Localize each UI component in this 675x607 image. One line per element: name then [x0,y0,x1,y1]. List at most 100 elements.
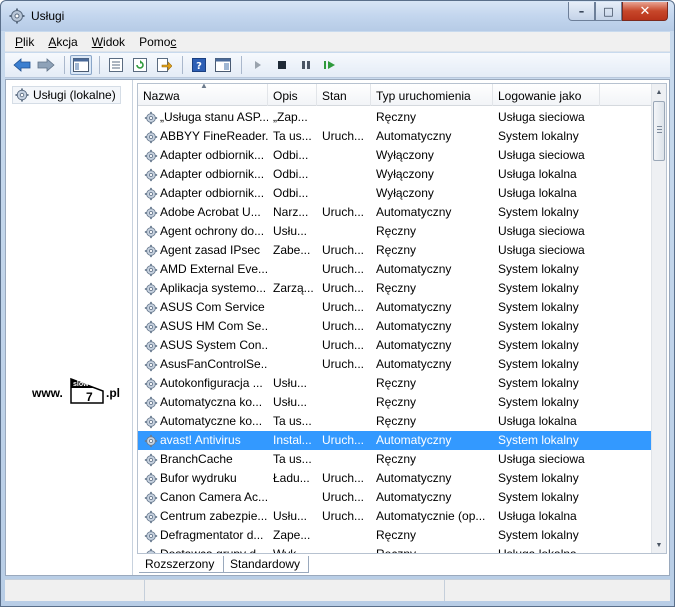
table-row[interactable]: Adapter odbiornik... Odbi... Wyłączony Usłu… [138,165,652,184]
scrollbar-thumb[interactable] [653,101,665,161]
pause-service-button[interactable] [295,55,317,75]
table-row[interactable]: ASUS HM Com Se... Uruch... Automatyczny Sys… [138,317,652,336]
cell-name: Canon Camera Ac... [138,488,268,507]
view-icon [215,58,231,72]
cell-status [317,393,371,412]
table-row[interactable]: Agent ochrony do... Usłu... Ręczny Usługa s… [138,222,652,241]
cell-description: Zabe... [273,243,311,257]
menu-plik[interactable]: Plik [15,35,34,49]
cell-log-on-as: Usługa lokalna [498,547,577,554]
table-row[interactable]: Bufor wydruku Ładu... Uruch... Automatyczny… [138,469,652,488]
close-button[interactable]: ✕ [622,2,668,21]
cell-description: Zape... [273,528,311,542]
service-gear-icon [144,111,158,124]
show-console-tree-button[interactable] [70,55,92,75]
table-row[interactable]: ASUS Com Service Uruch... Automatyczny Syst… [138,298,652,317]
menu-pomoc[interactable]: Pomoc [139,35,176,49]
cell-log-on-as: System lokalny [498,433,579,447]
toolbar: ? [5,53,670,78]
service-name: Centrum zabezpie... [160,509,268,523]
cell-status: Uruch... [322,471,365,485]
table-row[interactable]: Agent zasad IPsec Zabe... Uruch... Ręczny Us… [138,241,652,260]
service-gear-icon [144,472,158,485]
table-row[interactable]: AsusFanControlSe... Uruch... Automatyczny S… [138,355,652,374]
service-gear-icon [144,130,158,143]
cell-description: Usłu... [273,224,308,238]
table-row[interactable]: „Usługa stanu ASP... „Zap... Ręczny Usługa … [138,108,652,127]
export-list-button[interactable] [153,55,175,75]
table-row[interactable]: BranchCache Ta us... Ręczny Usługa sieciowa [138,450,652,469]
table-row[interactable]: Centrum zabezpie... Usłu... Uruch... Automa… [138,507,652,526]
service-gear-icon [144,529,158,542]
table-row[interactable]: Adobe Acrobat U... Narz... Uruch... Automat… [138,203,652,222]
cell-log-on-as: System lokalny [498,471,579,485]
cell-startup-type: Automatyczny [376,338,452,352]
cell-name: „Usługa stanu ASP... [138,108,268,127]
cell-name: Adapter odbiornik... [138,165,268,184]
service-name: AMD External Eve... [160,262,268,276]
cell-name: ASUS System Con... [138,336,268,355]
cell-status: Uruch... [322,205,365,219]
cell-name: Autokonfiguracja ... [138,374,268,393]
view-button[interactable] [212,55,234,75]
table-row[interactable]: Autokonfiguracja ... Usłu... Ręczny System … [138,374,652,393]
watermark-badge-num: 7 [86,390,93,404]
table-row[interactable]: Canon Camera Ac... Uruch... Automatyczny Sy… [138,488,652,507]
title-bar[interactable]: Usługi – □ ✕ [1,1,674,31]
caption-buttons: – □ ✕ [568,2,668,21]
services-window: Usługi – □ ✕ Plik Akcja Widok Pomoc ? Us… [0,0,675,607]
restart-service-button[interactable] [319,55,341,75]
service-gear-icon [144,339,158,352]
pause-service-icon [302,61,310,69]
table-row[interactable]: avast! Antivirus Instal... Uruch... Automat… [138,431,652,450]
tree-item-local-services[interactable]: Usługi (lokalne) [12,86,121,104]
table-row[interactable]: Dostawca grupy d... Wyk... Ręczny Usługa lo… [138,545,652,554]
help-button[interactable]: ? [188,55,210,75]
menu-widok[interactable]: Widok [92,35,125,49]
column-header-status[interactable]: Stan [317,84,371,106]
cell-log-on-as: System lokalny [498,528,579,542]
table-row[interactable]: Automatyczne ko... Ta us... Ręczny Usługa l… [138,412,652,431]
watermark-badge-top: slow [73,381,89,388]
table-row[interactable]: ASUS System Con... Uruch... Automatyczny Sy… [138,336,652,355]
help-icon: ? [192,58,206,72]
column-header-log-on-as[interactable]: Logowanie jako [493,84,600,106]
table-row[interactable]: Defragmentator d... Zape... Ręczny System l… [138,526,652,545]
cell-startup-type: Automatyczny [376,300,452,314]
forward-button[interactable] [35,55,57,75]
scroll-down-icon[interactable]: ▼ [652,537,666,553]
start-service-button[interactable] [247,55,269,75]
refresh-button[interactable] [129,55,151,75]
stop-service-button[interactable] [271,55,293,75]
cell-name: AMD External Eve... [138,260,268,279]
menu-label-post: idok [103,34,126,49]
cell-log-on-as: Usługa sieciowa [498,243,585,257]
cell-status: Uruch... [322,129,365,143]
cell-status [317,412,371,431]
column-header-description[interactable]: Opis [268,84,317,106]
cell-log-on-as: System lokalny [498,490,579,504]
window-title: Usługi [31,9,65,23]
status-section [5,580,145,601]
service-gear-icon [144,396,158,409]
column-header-startup-type[interactable]: Typ uruchomienia [371,84,493,106]
table-row[interactable]: ABBYY FineReader... Ta us... Uruch... Autom… [138,127,652,146]
column-header-name[interactable]: ▲ Nazwa [138,84,268,106]
table-row[interactable]: AMD External Eve... Uruch... Automatyczny S… [138,260,652,279]
maximize-button[interactable]: □ [595,2,622,21]
vertical-scrollbar[interactable]: ▲ ▼ [651,84,666,553]
minimize-button[interactable]: – [568,2,595,21]
cell-name: ASUS HM Com Se... [138,317,268,336]
properties-button[interactable] [105,55,127,75]
scroll-up-icon[interactable]: ▲ [652,84,666,100]
tab-standard[interactable]: Standardowy [223,556,309,573]
table-row[interactable]: Adapter odbiornik... Odbi... Wyłączony Usłu… [138,146,652,165]
cell-name: Adapter odbiornik... [138,184,268,203]
menu-akcja[interactable]: Akcja [48,35,77,49]
cell-status: Uruch... [322,490,365,504]
back-button[interactable] [11,55,33,75]
table-row[interactable]: Adapter odbiornik... Odbi... Wyłączony Usłu… [138,184,652,203]
tab-extended[interactable]: Rozszerzony [139,556,223,573]
table-row[interactable]: Automatyczna ko... Usłu... Ręczny System lo… [138,393,652,412]
table-row[interactable]: Aplikacja systemo... Zarzą... Uruch... Ręcz… [138,279,652,298]
